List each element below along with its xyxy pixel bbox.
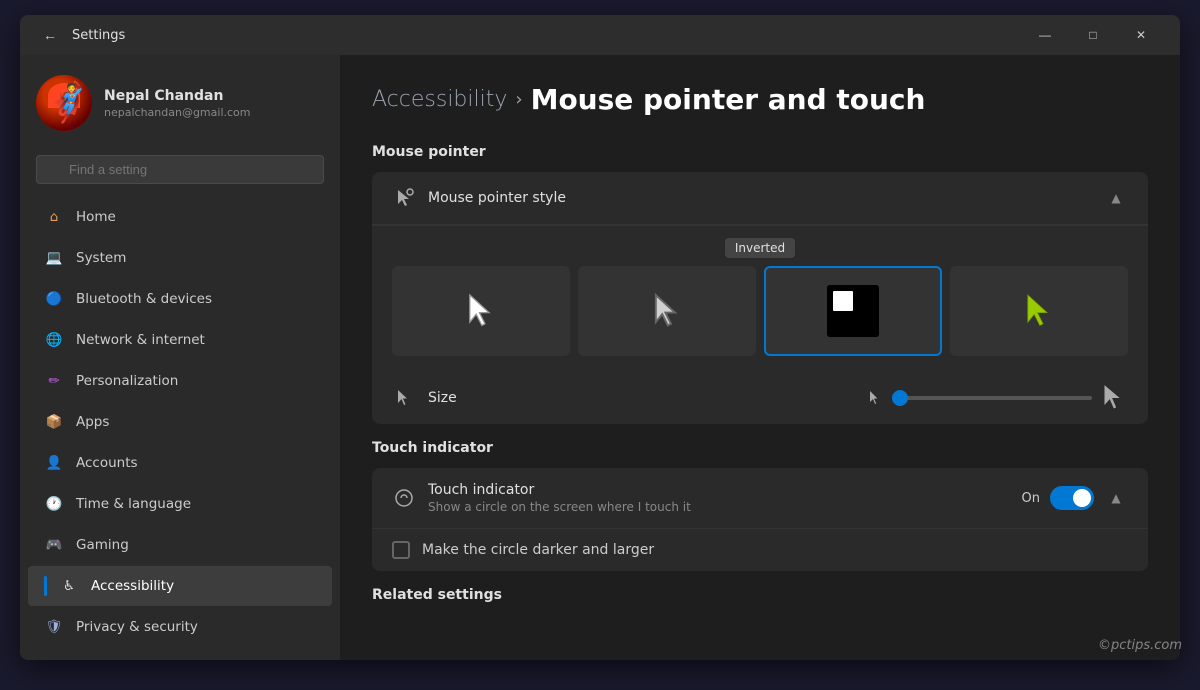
nav-list: ⌂ Home 💻 System 🔵 Bluetooth & devices 🌐 Network… xyxy=(20,196,340,660)
sidebar-item-apps[interactable]: 📦 Apps xyxy=(28,402,332,442)
sidebar-item-time[interactable]: 🕐 Time & language xyxy=(28,484,332,524)
pointer-styles-section: Inverted xyxy=(372,225,1148,372)
maximize-button[interactable]: □ xyxy=(1070,19,1116,51)
touch-indicator-row: Touch indicator Show a circle on the scr… xyxy=(372,468,1148,529)
touch-indicator-text: Touch indicator Show a circle on the scr… xyxy=(428,482,1010,514)
sidebar-label-apps: Apps xyxy=(76,414,316,430)
sidebar-item-network[interactable]: 🌐 Network & internet xyxy=(28,320,332,360)
sidebar-label-time: Time & language xyxy=(76,496,316,512)
sidebar-label-privacy: Privacy & security xyxy=(76,619,316,635)
sidebar-item-privacy[interactable]: 🛡 Privacy & security xyxy=(28,607,332,647)
avatar xyxy=(36,75,92,131)
pointer-style-icon xyxy=(392,186,416,210)
size-icon xyxy=(392,386,416,410)
size-row: Size xyxy=(372,372,1148,424)
sidebar-label-gaming: Gaming xyxy=(76,537,316,553)
user-profile[interactable]: Nepal Chandan nepalchandan@gmail.com xyxy=(20,55,340,147)
user-email: nepalchandan@gmail.com xyxy=(104,106,324,119)
sidebar-item-windows[interactable]: ⟳Windows Update xyxy=(28,648,332,660)
touch-toggle[interactable] xyxy=(1050,486,1094,510)
touch-indicator-section-title: Touch indicator xyxy=(372,440,1148,456)
gaming-icon: 🎮 xyxy=(44,535,64,555)
pointer-grid xyxy=(392,266,1128,356)
accounts-icon: 👤 xyxy=(44,453,64,473)
pointer-style-text: Mouse pointer style xyxy=(428,190,1092,206)
touch-indicator-right: On ▲ xyxy=(1022,486,1128,510)
privacy-icon: 🛡 xyxy=(44,617,64,637)
breadcrumb-separator: › xyxy=(515,89,522,110)
mouse-pointer-card: Mouse pointer style ▲ Inverted xyxy=(372,172,1148,424)
cursor-option-inverted[interactable] xyxy=(764,266,942,356)
sidebar-label-system: System xyxy=(76,250,316,266)
pointer-tooltip: Inverted xyxy=(392,238,1128,258)
close-button[interactable]: ✕ xyxy=(1118,19,1164,51)
back-button[interactable]: ← xyxy=(36,21,64,49)
system-icon: 💻 xyxy=(44,248,64,268)
sidebar-item-home[interactable]: ⌂ Home xyxy=(28,197,332,237)
mouse-pointer-section-title: Mouse pointer xyxy=(372,144,1148,160)
personalization-icon: ✏ xyxy=(44,371,64,391)
sidebar-label-accounts: Accounts xyxy=(76,455,316,471)
sidebar-item-accounts[interactable]: 👤 Accounts xyxy=(28,443,332,483)
checkbox-label: Make the circle darker and larger xyxy=(422,542,654,558)
accessibility-icon: ♿ xyxy=(59,576,79,596)
time-icon: 🕐 xyxy=(44,494,64,514)
touch-chevron[interactable]: ▲ xyxy=(1104,486,1128,510)
bluetooth-icon: 🔵 xyxy=(44,289,64,309)
active-indicator xyxy=(44,576,47,596)
touch-indicator-sublabel: Show a circle on the screen where I touc… xyxy=(428,500,1010,514)
cursor-option-custom[interactable] xyxy=(950,266,1128,356)
search-container: 🔍 xyxy=(20,147,340,196)
sidebar-item-gaming[interactable]: 🎮 Gaming xyxy=(28,525,332,565)
user-name: Nepal Chandan xyxy=(104,88,324,104)
touch-icon xyxy=(392,486,416,510)
darker-circle-checkbox[interactable] xyxy=(392,541,410,559)
size-slider[interactable] xyxy=(892,396,1092,400)
toggle-on-label: On xyxy=(1022,491,1040,506)
content-area: Nepal Chandan nepalchandan@gmail.com 🔍 ⌂… xyxy=(20,55,1180,660)
sidebar-label-home: Home xyxy=(76,209,316,225)
minimize-button[interactable]: — xyxy=(1022,19,1068,51)
size-text: Size xyxy=(428,390,856,406)
touch-indicator-label: Touch indicator xyxy=(428,482,1010,498)
size-controls xyxy=(868,384,1128,412)
titlebar-title: Settings xyxy=(72,28,125,43)
pointer-style-label: Mouse pointer style xyxy=(428,190,1092,206)
settings-window: ← Settings — □ ✕ Nepal Chandan nepalchan… xyxy=(20,15,1180,660)
network-icon: 🌐 xyxy=(44,330,64,350)
search-input[interactable] xyxy=(36,155,324,184)
pointer-style-chevron[interactable]: ▲ xyxy=(1104,186,1128,210)
breadcrumb: Accessibility › Mouse pointer and touch xyxy=(372,83,1148,116)
sidebar-item-personalization[interactable]: ✏ Personalization xyxy=(28,361,332,401)
tooltip-badge: Inverted xyxy=(725,238,795,258)
related-settings-title: Related settings xyxy=(372,587,1148,603)
main-content: Accessibility › Mouse pointer and touch … xyxy=(340,55,1180,660)
home-icon: ⌂ xyxy=(44,207,64,227)
sidebar-label-network: Network & internet xyxy=(76,332,316,348)
windows-icon: ⟳ xyxy=(44,658,64,660)
breadcrumb-current: Mouse pointer and touch xyxy=(531,83,926,116)
cursor-option-outline[interactable] xyxy=(578,266,756,356)
sidebar-item-system[interactable]: 💻 System xyxy=(28,238,332,278)
checkbox-row: Make the circle darker and larger xyxy=(372,529,1148,571)
sidebar-item-bluetooth[interactable]: 🔵 Bluetooth & devices xyxy=(28,279,332,319)
cursor-option-white[interactable] xyxy=(392,266,570,356)
titlebar-controls: — □ ✕ xyxy=(1022,19,1164,51)
sidebar-item-accessibility[interactable]: ♿ Accessibility xyxy=(28,566,332,606)
apps-icon: 📦 xyxy=(44,412,64,432)
size-label: Size xyxy=(428,390,856,406)
sidebar-label-bluetooth: Bluetooth & devices xyxy=(76,291,316,307)
search-wrapper: 🔍 xyxy=(36,155,324,184)
mouse-pointer-style-row: Mouse pointer style ▲ xyxy=(372,172,1148,225)
sidebar: Nepal Chandan nepalchandan@gmail.com 🔍 ⌂… xyxy=(20,55,340,660)
sidebar-label-accessibility: Accessibility xyxy=(91,578,316,594)
touch-indicator-card: Touch indicator Show a circle on the scr… xyxy=(372,468,1148,571)
titlebar: ← Settings — □ ✕ xyxy=(20,15,1180,55)
sidebar-label-personalization: Personalization xyxy=(76,373,316,389)
user-info: Nepal Chandan nepalchandan@gmail.com xyxy=(104,88,324,119)
breadcrumb-parent[interactable]: Accessibility xyxy=(372,87,507,112)
